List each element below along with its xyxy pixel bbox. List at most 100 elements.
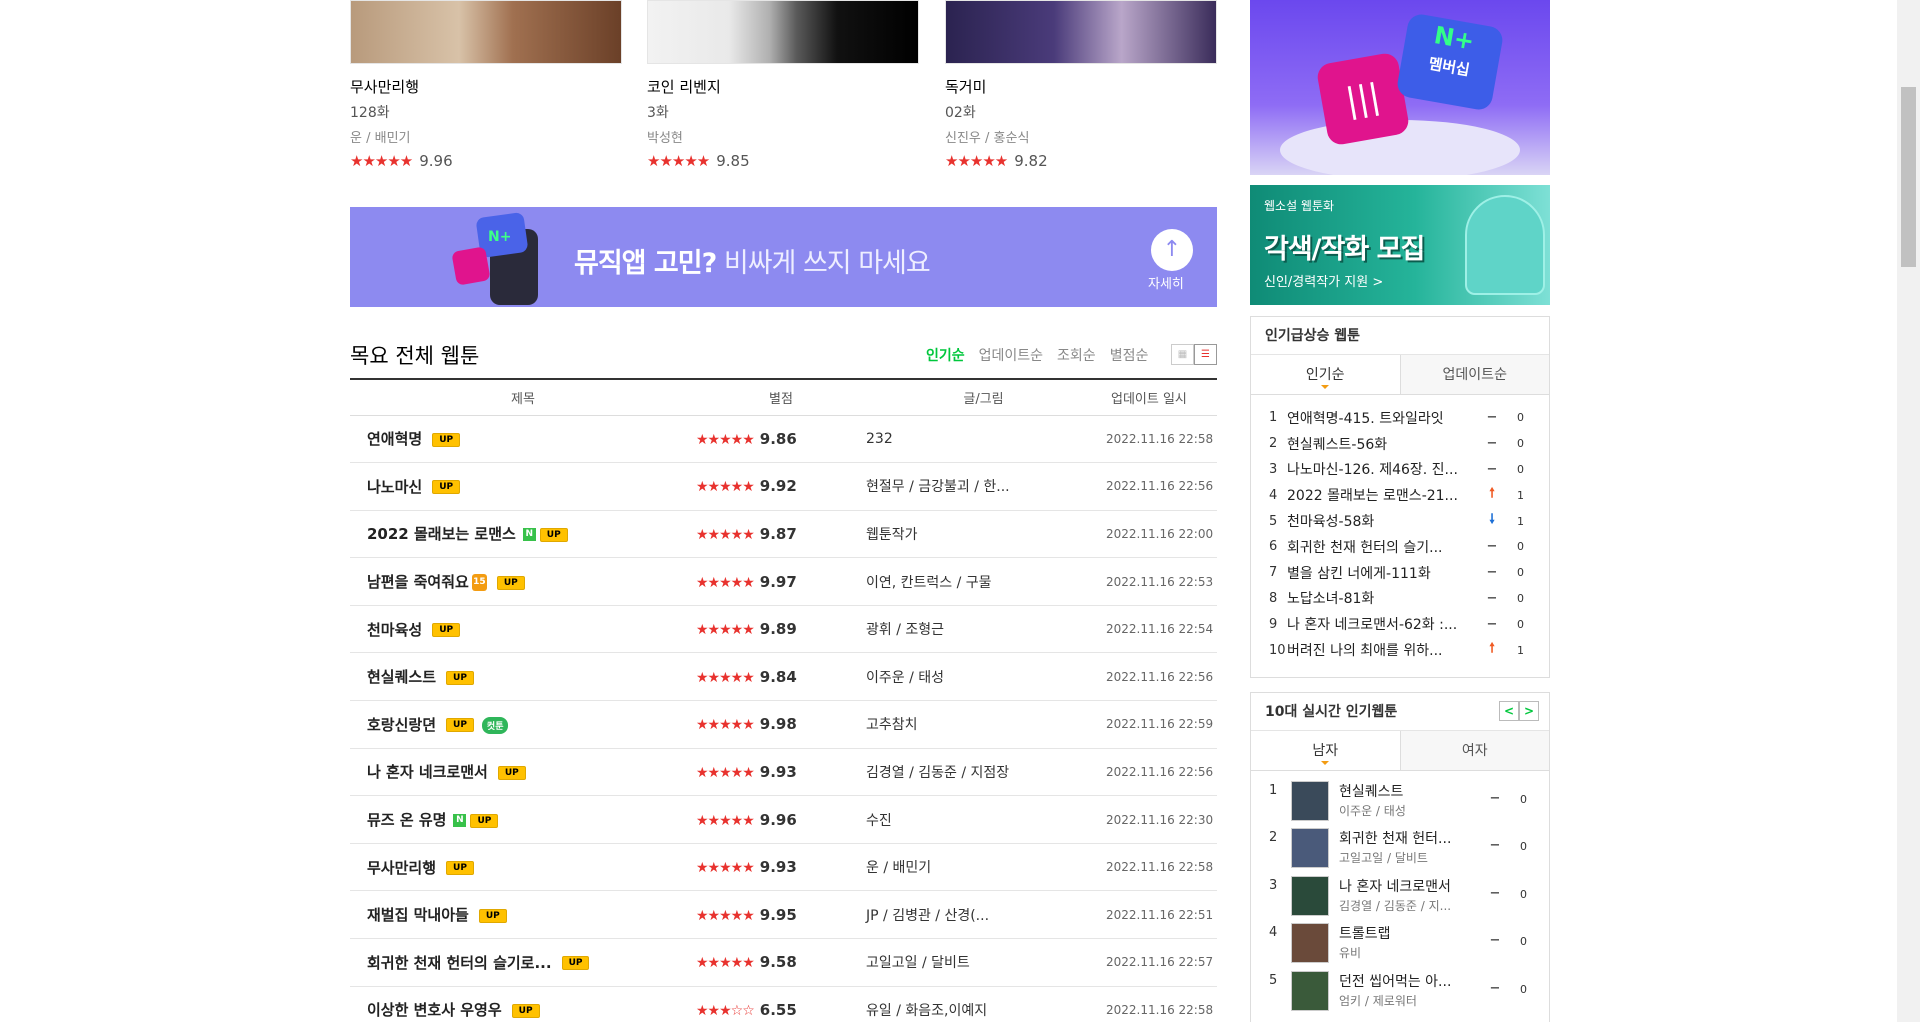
row-title[interactable]: 연애혁명 — [367, 430, 422, 448]
list-item[interactable]: 1 현실퀘스트 이주운 / 태성 −0 — [1269, 781, 1535, 828]
row-title-cell[interactable]: 무사만리행 UP — [350, 843, 696, 892]
webtoon-title[interactable]: 회귀한 천재 헌터... — [1339, 828, 1479, 848]
card-title[interactable]: 무사만리행 — [350, 76, 622, 97]
table-row[interactable]: 현실퀘스트 UP ★★★★★ 9.84 이주운 / 태성 2022.11.16 22:56 — [350, 652, 1217, 702]
episode-title[interactable]: 천마육성-58화 — [1287, 511, 1472, 531]
tab-male[interactable]: 남자 — [1251, 731, 1400, 770]
page-scrollbar[interactable] — [1897, 0, 1920, 1022]
next-arrow-icon[interactable]: > — [1519, 701, 1539, 721]
webtoon-thumbnail[interactable] — [1291, 828, 1329, 869]
table-row[interactable]: 천마육성 UP ★★★★★ 9.89 광휘 / 조형근 2022.11.16 22:54 — [350, 605, 1217, 654]
prev-arrow-icon[interactable]: < — [1499, 701, 1519, 721]
episode-title[interactable]: 버려진 나의 최애를 위하... — [1287, 640, 1472, 660]
sort-tab-views[interactable]: 조회순 — [1057, 345, 1096, 365]
tab-popular[interactable]: 인기순 — [1251, 355, 1400, 394]
episode-title[interactable]: 2022 몰래보는 로맨스-21... — [1287, 485, 1472, 505]
webtoon-thumbnail[interactable] — [1291, 875, 1329, 916]
episode-title[interactable]: 연애혁명-415. 트와일라잇 — [1287, 408, 1472, 428]
table-row[interactable]: 나노마신 UP ★★★★★ 9.92 현절무 / 금강불괴 / 한... 2022.11.… — [350, 462, 1217, 511]
grid-view-icon[interactable]: ▦ — [1171, 344, 1194, 365]
list-item[interactable]: 10 버려진 나의 최애를 위하... 🠕 1 — [1269, 637, 1535, 663]
row-title-cell[interactable]: 천마육성 UP — [350, 605, 696, 654]
list-item[interactable]: 5 던전 씹어먹는 아... 엄키 / 제로워터 − 0 — [1269, 970, 1535, 1018]
row-title[interactable]: 무사만리행 — [367, 859, 436, 877]
webtoon-card[interactable]: 무사만리행 128화 운 / 배민기 ★★★★★ 9.96 — [350, 0, 622, 170]
table-row[interactable]: 연애혁명 UP ★★★★★ 9.86 232 2022.11.16 22:58 — [350, 415, 1217, 464]
webtoon-thumbnail[interactable] — [1291, 970, 1329, 1011]
membership-ad[interactable]: ||| N+ 멤버십 — [1250, 0, 1550, 175]
writer-recruit-ad[interactable]: 웹소설 웹툰화 각색/작화 모집 신인/경력작가 지원 > — [1250, 185, 1550, 305]
list-item[interactable]: 2 회귀한 천재 헌터... 고일고일 / 달비트 − 0 — [1269, 828, 1535, 875]
tab-female[interactable]: 여자 — [1399, 731, 1549, 770]
row-title-cell[interactable]: 연애혁명 UP — [350, 415, 696, 464]
row-title[interactable]: 뮤즈 온 유명 — [367, 811, 446, 829]
row-title-cell[interactable]: 재벌집 막내아들 UP — [350, 890, 696, 940]
episode-title[interactable]: 노답소녀-81화 — [1287, 588, 1472, 608]
webtoon-title[interactable]: 현실퀘스트 — [1339, 781, 1479, 801]
table-row[interactable]: 나 혼자 네크로맨서 UP ★★★★★ 9.93 김경열 / 김동준 / 지점장 2022… — [350, 748, 1217, 797]
list-item[interactable]: 8 노답소녀-81화 − 0 — [1269, 586, 1535, 612]
row-title-cell[interactable]: 2022 몰래보는 로맨스 N UP — [350, 510, 696, 559]
episode-title[interactable]: 나 혼자 네크로맨서-62화 :... — [1287, 614, 1472, 634]
webtoon-thumbnail[interactable] — [945, 0, 1217, 64]
row-title-cell[interactable]: 회귀한 천재 헌터의 슬기로... UP — [350, 938, 696, 987]
webtoon-title[interactable]: 던전 씹어먹는 아... — [1339, 971, 1479, 991]
webtoon-title[interactable]: 나 혼자 네크로맨서 — [1339, 876, 1479, 896]
list-item[interactable]: 9 나 혼자 네크로맨서-62화 :... − 0 — [1269, 611, 1535, 637]
row-title[interactable]: 2022 몰래보는 로맨스 — [367, 525, 516, 543]
table-row[interactable]: 뮤즈 온 유명 N UP ★★★★★ 9.96 수진 2022.11.16 22:30 — [350, 795, 1217, 844]
ad-link[interactable]: 신인/경력작가 지원 > — [1264, 271, 1383, 290]
row-title-cell[interactable]: 뮤즈 온 유명 N UP — [350, 795, 696, 844]
row-title-cell[interactable]: 남편을 죽여줘요 15 UP — [350, 557, 696, 606]
table-row[interactable]: 이상한 변호사 우영우 UP ★★★☆☆ 6.55 유일 / 화음조,이예지 2022.1… — [350, 986, 1217, 1022]
table-row[interactable]: 호랑신랑뎐 UP 컷툰 ★★★★★ 9.98 고추참치 2022.11.16 22:59 — [350, 700, 1217, 749]
row-title[interactable]: 현실퀘스트 — [367, 668, 436, 686]
list-view-icon[interactable]: ☰ — [1194, 344, 1217, 365]
row-title-cell[interactable]: 호랑신랑뎐 UP 컷툰 — [350, 700, 696, 749]
list-item[interactable]: 4 2022 몰래보는 로맨스-21... 🠕 1 — [1269, 482, 1535, 508]
list-item[interactable]: 2 현실퀘스트-56화 − 0 — [1269, 431, 1535, 457]
table-row[interactable]: 남편을 죽여줘요 15 UP ★★★★★ 9.97 이연, 칸트럭스 / 구물 2022.1… — [350, 557, 1217, 606]
row-title[interactable]: 천마육성 — [367, 621, 422, 639]
banner-more-link[interactable]: 자세히 — [1148, 273, 1184, 292]
list-item[interactable]: 1 연애혁명-415. 트와일라잇 − 0 — [1269, 405, 1535, 431]
table-row[interactable]: 회귀한 천재 헌터의 슬기로... UP ★★★★★ 9.58 고일고일 / 달비트 20… — [350, 938, 1217, 987]
episode-title[interactable]: 나노마신-126. 제46장. 진... — [1287, 459, 1472, 479]
row-title-cell[interactable]: 현실퀘스트 UP — [350, 652, 696, 702]
list-item[interactable]: 5 천마육성-58화 🠗 1 — [1269, 508, 1535, 534]
list-item[interactable]: 4 트롤트랩 유비 −0 — [1269, 923, 1535, 970]
webtoon-thumbnail[interactable] — [1291, 923, 1329, 964]
row-title-cell[interactable]: 나노마신 UP — [350, 462, 696, 511]
sort-tab-popular[interactable]: 인기순 — [926, 345, 965, 365]
list-item[interactable]: 6 회귀한 천재 헌터의 슬기... − 0 — [1269, 534, 1535, 560]
sort-tab-rating[interactable]: 별점순 — [1110, 345, 1149, 365]
episode-title[interactable]: 별을 삼킨 너에게-111화 — [1287, 563, 1472, 583]
webtoon-title[interactable]: 트롤트랩 — [1339, 923, 1479, 943]
scrollbar-thumb[interactable] — [1901, 87, 1916, 267]
card-title[interactable]: 독거미 — [945, 76, 1217, 97]
table-row[interactable]: 무사만리행 UP ★★★★★ 9.93 운 / 배민기 2022.11.16 22:58 — [350, 843, 1217, 892]
webtoon-thumbnail[interactable] — [647, 0, 919, 64]
card-title[interactable]: 코인 리벤지 — [647, 76, 919, 97]
webtoon-thumbnail[interactable] — [1291, 781, 1329, 821]
webtoon-card[interactable]: 코인 리벤지 3화 박성현 ★★★★★ 9.85 — [647, 0, 919, 170]
webtoon-card[interactable]: 독거미 02화 신진우 / 홍순식 ★★★★★ 9.82 — [945, 0, 1217, 170]
row-title[interactable]: 재벌집 막내아들 — [367, 906, 469, 924]
list-item[interactable]: 7 별을 삼킨 너에게-111화 − 0 — [1269, 560, 1535, 586]
episode-title[interactable]: 현실퀘스트-56화 — [1287, 434, 1472, 454]
music-app-banner[interactable]: N+ 뮤직앱 고민? 비싸게 쓰지 마세요 ↑ 자세히 — [350, 207, 1217, 307]
arrow-up-icon[interactable]: ↑ — [1151, 229, 1193, 271]
tab-update[interactable]: 업데이트순 — [1399, 355, 1549, 394]
webtoon-thumbnail[interactable] — [350, 0, 622, 64]
row-title[interactable]: 호랑신랑뎐 — [367, 716, 436, 734]
list-item[interactable]: 3 나노마신-126. 제46장. 진... − 0 — [1269, 457, 1535, 483]
row-title-cell[interactable]: 이상한 변호사 우영우 UP — [350, 986, 696, 1022]
row-title[interactable]: 회귀한 천재 헌터의 슬기로... — [367, 954, 552, 972]
episode-title[interactable]: 회귀한 천재 헌터의 슬기... — [1287, 537, 1472, 557]
sort-tab-update[interactable]: 업데이트순 — [979, 345, 1043, 365]
table-row[interactable]: 2022 몰래보는 로맨스 N UP ★★★★★ 9.87 웹툰작가 2022.11.16 … — [350, 510, 1217, 559]
table-row[interactable]: 재벌집 막내아들 UP ★★★★★ 9.95 JP / 김병관 / 산경(... 2022… — [350, 890, 1217, 940]
list-item[interactable]: 3나 혼자 네크로맨서 김경열 / 김동준 / 지... −0 — [1269, 875, 1535, 923]
row-title[interactable]: 나 혼자 네크로맨서 — [367, 763, 488, 781]
row-title[interactable]: 나노마신 — [367, 478, 422, 496]
